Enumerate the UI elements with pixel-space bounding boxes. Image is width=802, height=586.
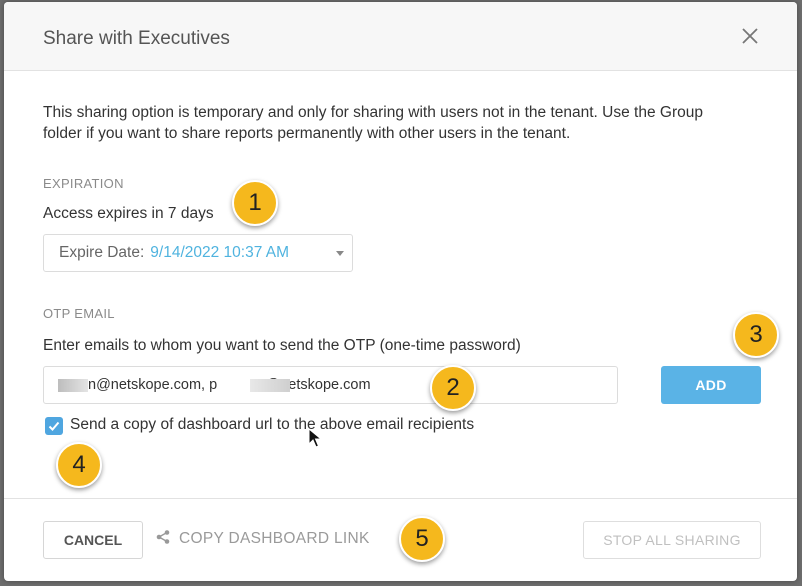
copy-dashboard-link-label: COPY DASHBOARD LINK [179,530,370,547]
callout-badge-2: 2 [430,365,476,411]
access-expiry-text: Access expires in 7 days [43,205,214,222]
copy-dashboard-link-button[interactable]: COPY DASHBOARD LINK [155,529,370,548]
share-dialog: Share with Executives This sharing optio… [4,2,797,581]
expiration-section-label: EXPIRATION [43,176,124,191]
expire-date-select[interactable]: Expire Date: 9/14/2022 10:37 AM [43,234,353,272]
otp-email-input[interactable]: n@netskope.com, p a@netskope.com [43,366,618,404]
chevron-down-icon [336,251,344,256]
callout-badge-4: 4 [56,442,102,488]
callout-badge-5: 5 [399,516,445,562]
mouse-cursor-icon [308,427,323,453]
dialog-description: This sharing option is temporary and onl… [43,104,703,142]
checkmark-icon [48,421,60,431]
otp-instruction-text: Enter emails to whom you want to send th… [43,337,521,354]
footer-divider [4,498,797,499]
stop-all-sharing-button[interactable]: STOP ALL SHARING [583,521,761,559]
expire-date-label: Expire Date: [59,244,145,261]
dialog-title: Share with Executives [43,28,230,49]
send-url-checkbox-label: Send a copy of dashboard url to the abov… [70,416,475,433]
cancel-button[interactable]: CANCEL [43,521,143,559]
callout-badge-3: 3 [733,312,779,358]
share-icon [156,530,170,544]
otp-email-value: n@netskope.com, p a@netskope.com [88,377,371,393]
dialog-header: Share with Executives [4,2,797,71]
otp-email-section-label: OTP EMAIL [43,306,115,321]
close-icon[interactable] [739,25,761,47]
add-email-button[interactable]: ADD [661,366,761,404]
redacted-email-part [58,379,88,392]
send-url-checkbox[interactable] [45,417,63,435]
redacted-email-part [250,379,290,392]
callout-badge-1: 1 [232,180,278,226]
expire-date-value: 9/14/2022 10:37 AM [150,244,290,261]
